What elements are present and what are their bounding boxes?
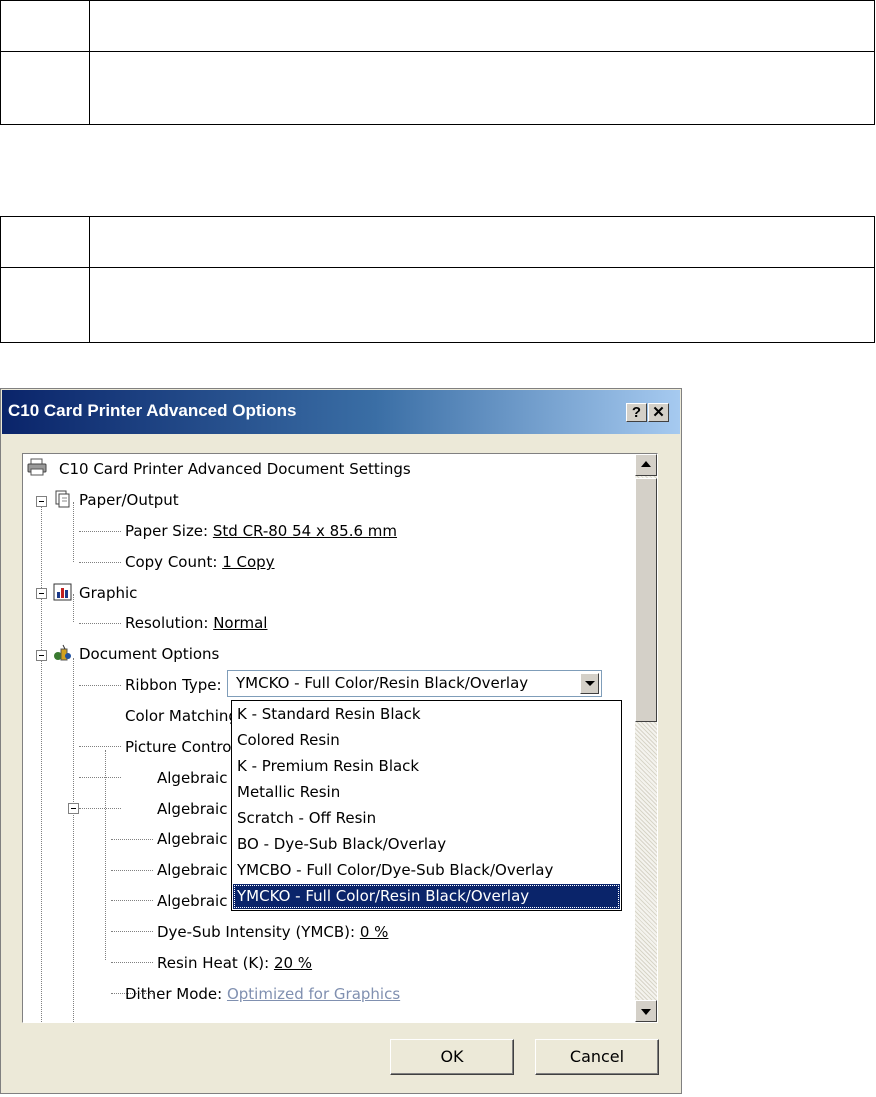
graphic-icon <box>53 583 73 601</box>
tree-connector <box>79 746 121 747</box>
paper-output-icon <box>53 490 73 508</box>
collapse-picture-control-toggle[interactable] <box>68 803 79 814</box>
ribbon-option-selected[interactable]: YMCKO - Full Color/Resin Black/Overlay <box>233 884 620 909</box>
tree-connector <box>79 685 121 686</box>
resin-heat-value[interactable]: 20 % <box>274 954 312 972</box>
paper-size-label: Paper Size: <box>125 522 213 540</box>
table-cell <box>89 0 875 52</box>
table-cell <box>89 267 875 343</box>
ribbon-option[interactable]: Metallic Resin <box>233 780 620 805</box>
tree-connector <box>111 931 153 932</box>
resolution-label: Resolution: <box>125 614 214 632</box>
tree-connector <box>111 870 153 871</box>
dither-mode-label: Dither Mode: <box>125 985 227 1003</box>
ribbon-option[interactable]: K - Standard Resin Black <box>233 702 620 727</box>
copy-count-node[interactable]: Copy Count: 1 Copy <box>125 550 275 574</box>
table-cell <box>0 267 90 343</box>
algebraic-item[interactable]: Algebraic C <box>157 766 243 790</box>
resin-heat-node[interactable]: Resin Heat (K): 20 % <box>157 951 312 975</box>
arrow-up-icon <box>641 461 651 467</box>
tree-connector <box>73 502 74 562</box>
resin-heat-label: Resin Heat (K): <box>157 954 274 972</box>
picture-control-node[interactable]: Picture Control <box>125 735 236 759</box>
paper-output-node[interactable]: Paper/Output <box>79 488 179 512</box>
dither-mode-value[interactable]: Optimized for Graphics <box>227 985 400 1003</box>
collapse-graphic-toggle[interactable] <box>36 588 47 599</box>
dialog-title: C10 Card Printer Advanced Options <box>8 401 297 420</box>
tree-scrollbar[interactable] <box>635 454 657 1022</box>
ribbon-type-value: YMCKO - Full Color/Resin Black/Overlay <box>236 674 529 692</box>
tree-connector <box>41 496 42 660</box>
tree-connector <box>111 839 153 840</box>
document-table-top <box>0 0 875 125</box>
resolution-node[interactable]: Resolution: Normal <box>125 611 267 635</box>
collapse-document-options-toggle[interactable] <box>36 650 47 661</box>
document-options-icon <box>53 644 73 662</box>
color-matching-node[interactable]: Color Matching <box>125 704 238 728</box>
tree-connector <box>79 623 121 624</box>
table-cell <box>89 51 875 125</box>
paper-size-node[interactable]: Paper Size: Std CR-80 54 x 85.6 mm <box>125 519 397 543</box>
dropdown-arrow-icon[interactable] <box>580 673 599 694</box>
dye-sub-intensity-node[interactable]: Dye-Sub Intensity (YMCB): 0 % <box>157 920 388 944</box>
tree-connector <box>73 594 74 622</box>
tree-connector <box>111 962 153 963</box>
ribbon-option[interactable]: Scratch - Off Resin <box>233 806 620 831</box>
table-cell <box>0 216 90 268</box>
copy-count-label: Copy Count: <box>125 553 223 571</box>
document-table-bottom <box>0 216 875 343</box>
dye-sub-value[interactable]: 0 % <box>360 923 389 941</box>
cancel-button[interactable]: Cancel <box>535 1039 659 1075</box>
table-cell <box>0 51 90 125</box>
advanced-options-dialog: C10 Card Printer Advanced Options ? ✕ C1… <box>0 388 682 1094</box>
settings-tree: C10 Card Printer Advanced Document Setti… <box>22 453 658 1023</box>
help-button[interactable]: ? <box>626 403 647 422</box>
ribbon-option[interactable]: Colored Resin <box>233 728 620 753</box>
arrow-down-icon <box>641 1009 651 1015</box>
document-options-node[interactable]: Document Options <box>79 642 219 666</box>
dye-sub-label: Dye-Sub Intensity (YMCB): <box>157 923 360 941</box>
collapse-paper-output-toggle[interactable] <box>36 496 47 507</box>
tree-connector <box>111 900 153 901</box>
resolution-value[interactable]: Normal <box>213 614 267 632</box>
dither-mode-node[interactable]: Dither Mode: Optimized for Graphics <box>125 982 400 1006</box>
tree-connector <box>73 658 74 1022</box>
tree-root-label[interactable]: C10 Card Printer Advanced Document Setti… <box>59 457 411 481</box>
ribbon-option[interactable]: K - Premium Resin Black <box>233 754 620 779</box>
tree-connector <box>79 808 121 809</box>
ribbon-type-dropdown-list: K - Standard Resin Black Colored Resin K… <box>231 700 622 911</box>
ribbon-option[interactable]: YMCBO - Full Color/Dye-Sub Black/Overlay <box>233 858 620 883</box>
scroll-up-button[interactable] <box>635 454 657 476</box>
close-button[interactable]: ✕ <box>648 403 669 422</box>
scroll-down-button[interactable] <box>635 1000 657 1022</box>
tree-connector <box>79 531 121 532</box>
ok-button[interactable]: OK <box>390 1039 514 1075</box>
table-cell <box>89 216 875 268</box>
ribbon-option[interactable]: BO - Dye-Sub Black/Overlay <box>233 832 620 857</box>
tree-connector <box>41 660 42 1022</box>
scrollbar-thumb[interactable] <box>635 478 657 722</box>
algebraic-item[interactable]: Algebraic Y <box>157 827 241 851</box>
tree-connector <box>79 777 121 778</box>
algebraic-item[interactable]: Algebraic C <box>157 889 243 913</box>
tree-connector <box>105 750 106 960</box>
graphic-node[interactable]: Graphic <box>79 581 137 605</box>
copy-count-value[interactable]: 1 Copy <box>222 553 274 571</box>
tree-connector <box>79 562 121 563</box>
title-bar[interactable]: C10 Card Printer Advanced Options ? ✕ <box>2 390 680 434</box>
table-cell <box>0 0 90 52</box>
ribbon-type-combobox[interactable]: YMCKO - Full Color/Resin Black/Overlay <box>227 670 602 697</box>
printer-icon <box>27 458 47 476</box>
ribbon-type-label: Ribbon Type: <box>125 676 222 694</box>
paper-size-value[interactable]: Std CR-80 54 x 85.6 mm <box>213 522 397 540</box>
